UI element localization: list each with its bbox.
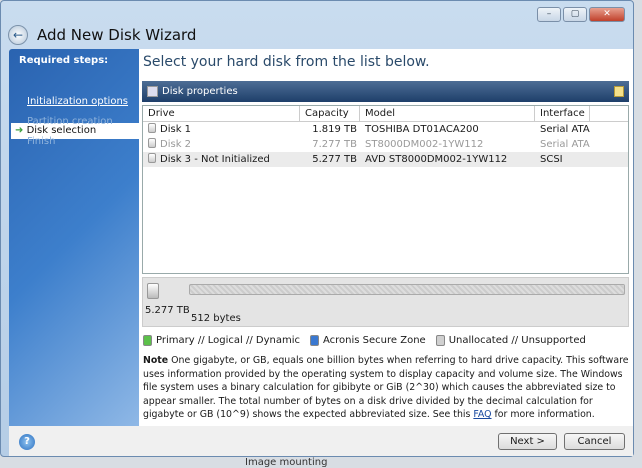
current-step-arrow-icon: ➜ [15, 125, 27, 136]
capacity: 7.277 TB [312, 139, 357, 150]
unallocated-swatch-icon [435, 335, 445, 346]
table-row-selected[interactable]: Disk 3 - Not Initialized 5.277 TB AVD ST… [143, 152, 628, 167]
next-button[interactable]: Next > [498, 433, 557, 450]
maximize-button[interactable]: ▢ [563, 7, 587, 22]
properties-note-icon[interactable] [614, 86, 624, 97]
column-interface[interactable]: Interface [535, 106, 590, 121]
disk-table: Drive Capacity Model Interface Disk 1 1.… [142, 105, 629, 274]
drive-name: Disk 3 - Not Initialized [160, 154, 270, 165]
note-label: Note [143, 355, 169, 366]
capacity: 5.277 TB [312, 154, 357, 165]
capacity: 1.819 TB [312, 124, 357, 135]
disk-properties-bar[interactable]: Disk properties [142, 81, 629, 102]
primary-swatch-icon [143, 335, 152, 346]
disk-icon [148, 153, 156, 163]
disk-properties-icon [147, 86, 158, 97]
table-row: Disk 2 7.277 TB ST8000DM002-1YW112 Seria… [143, 137, 628, 152]
model: AVD ST8000DM002-1YW112 [365, 154, 508, 165]
step-finish: Finish [27, 136, 56, 147]
interface: Serial ATA [540, 139, 590, 150]
button-bar: ? Next > Cancel [9, 426, 633, 456]
disk-size: 5.277 TB [145, 305, 190, 316]
close-button[interactable]: ✕ [589, 7, 625, 22]
secure-zone-swatch-icon [309, 335, 319, 346]
interface: Serial ATA [540, 124, 590, 135]
column-capacity[interactable]: Capacity [300, 106, 360, 121]
interface: SCSI [540, 154, 563, 165]
step-partition-creation: Partition creation [27, 116, 113, 127]
note-tail: for more information. [491, 409, 595, 421]
wizard-window: – ▢ ✕ ← Add New Disk Wizard Required ste… [0, 0, 634, 457]
table-row[interactable]: Disk 1 1.819 TB TOSHIBA DT01ACA200 Seria… [143, 122, 628, 137]
page-heading: Select your hard disk from the list belo… [143, 54, 430, 70]
main-content: Select your hard disk from the list belo… [139, 49, 633, 426]
drive-name: Disk 1 [160, 124, 192, 135]
back-arrow-icon[interactable]: ← [8, 25, 28, 45]
legend-secure-zone: Acronis Secure Zone [322, 335, 426, 346]
cancel-button[interactable]: Cancel [564, 433, 625, 450]
unallocated-space-bar[interactable] [189, 284, 625, 295]
window-title: Add New Disk Wizard [37, 26, 197, 44]
legend-unallocated: Unallocated // Unsupported [448, 335, 586, 346]
legend: Primary // Logical // Dynamic Acronis Se… [143, 335, 586, 346]
background-text: Image mounting [245, 457, 328, 468]
sector-size: 512 bytes [191, 313, 241, 324]
disk-properties-label: Disk properties [162, 86, 238, 97]
disk-icon [147, 283, 159, 299]
minimize-button[interactable]: – [537, 7, 561, 22]
disk-icon [148, 138, 156, 148]
steps-heading: Required steps: [19, 55, 109, 66]
faq-link[interactable]: FAQ [473, 409, 491, 420]
model: TOSHIBA DT01ACA200 [365, 124, 479, 135]
steps-sidebar: Required steps: ➜ Disk selection Initial… [9, 49, 147, 426]
disk-map: 5.277 TB 512 bytes [142, 277, 629, 327]
disk-icon [148, 123, 156, 133]
note-text: Note One gigabyte, or GB, equals one bil… [143, 354, 629, 422]
drive-name: Disk 2 [160, 139, 192, 150]
legend-primary: Primary // Logical // Dynamic [156, 335, 300, 346]
column-drive[interactable]: Drive [143, 106, 300, 121]
help-icon[interactable]: ? [19, 434, 35, 450]
step-initialization-options[interactable]: Initialization options [27, 96, 128, 107]
column-model[interactable]: Model [360, 106, 535, 121]
model: ST8000DM002-1YW112 [365, 139, 484, 150]
